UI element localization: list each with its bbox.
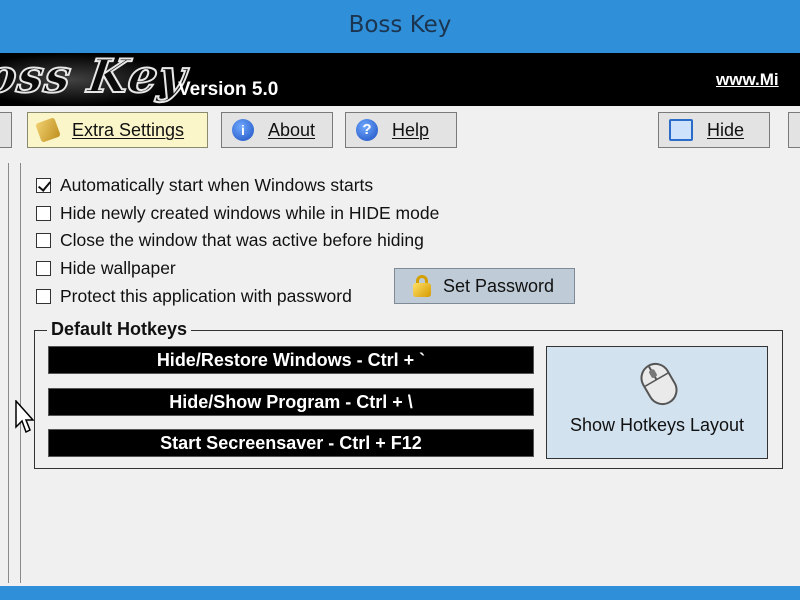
option-label: Close the window that was active before … (60, 229, 424, 250)
hide-button[interactable]: Hide (658, 112, 770, 148)
hide-label: Hide (707, 119, 745, 140)
option-protect-password[interactable]: Protect this application with password (36, 286, 352, 306)
option-label: Automatically start when Windows starts (60, 174, 374, 195)
help-label: Help (392, 119, 430, 140)
show-hotkeys-label: Show Hotkeys Layout (569, 415, 745, 435)
mouse-icon (640, 362, 678, 406)
main-window: oss Key Version 5.0 www.Mi Extra Setting… (0, 53, 800, 586)
option-hide-new-windows[interactable]: Hide newly created windows while in HIDE… (36, 203, 439, 223)
website-link[interactable]: www.Mi (716, 70, 779, 90)
option-label: Protect this application with password (60, 285, 352, 306)
window-title: Boss Key (348, 12, 452, 38)
app-logo: oss Key (0, 53, 191, 104)
option-autostart[interactable]: Automatically start when Windows starts (36, 175, 373, 195)
window-bottom-border (0, 586, 800, 600)
option-label: Hide wallpaper (60, 257, 176, 278)
option-hide-wallpaper[interactable]: Hide wallpaper (36, 258, 176, 278)
hotkey-hide-show-program[interactable]: Hide/Show Program - Ctrl + \ (48, 388, 534, 416)
about-button[interactable]: i About (221, 112, 333, 148)
exit-button-partial[interactable] (788, 112, 800, 148)
toolbar: Extra Settings i About ? Help Hide (0, 106, 800, 158)
help-button[interactable]: ? Help (345, 112, 457, 148)
default-hotkeys-group: Default Hotkeys Hide/Restore Windows - C… (34, 319, 783, 469)
title-bar: Boss Key (0, 0, 800, 53)
version-label: Version 5.0 (178, 79, 279, 100)
checkbox-checked[interactable] (36, 177, 51, 193)
extra-settings-button[interactable]: Extra Settings (27, 112, 208, 148)
about-label: About (268, 119, 316, 140)
banner: oss Key Version 5.0 www.Mi (0, 53, 800, 106)
checkbox[interactable] (36, 260, 51, 276)
set-password-label: Set Password (443, 275, 555, 296)
mouse-cursor-icon (15, 400, 34, 434)
extra-settings-label: Extra Settings (72, 119, 185, 140)
window-icon (669, 119, 693, 141)
settings-button-partial[interactable] (0, 112, 12, 148)
option-label: Hide newly created windows while in HIDE… (60, 202, 440, 223)
option-close-active-window[interactable]: Close the window that was active before … (36, 230, 424, 250)
wrench-icon (35, 117, 61, 143)
help-icon: ? (356, 119, 378, 141)
hotkey-hide-restore[interactable]: Hide/Restore Windows - Ctrl + ` (48, 346, 534, 374)
content-border (20, 163, 21, 583)
checkbox[interactable] (36, 232, 51, 248)
set-password-button[interactable]: Set Password (394, 268, 575, 304)
show-hotkeys-layout-button[interactable]: Show Hotkeys Layout (546, 346, 768, 459)
group-title: Default Hotkeys (47, 319, 192, 340)
hotkey-screensaver[interactable]: Start Secreensaver - Ctrl + F12 (48, 429, 534, 457)
info-icon: i (232, 119, 254, 141)
checkbox[interactable] (36, 288, 51, 304)
checkbox[interactable] (36, 205, 51, 221)
left-panel-edge (0, 163, 9, 583)
lock-icon (413, 275, 431, 297)
